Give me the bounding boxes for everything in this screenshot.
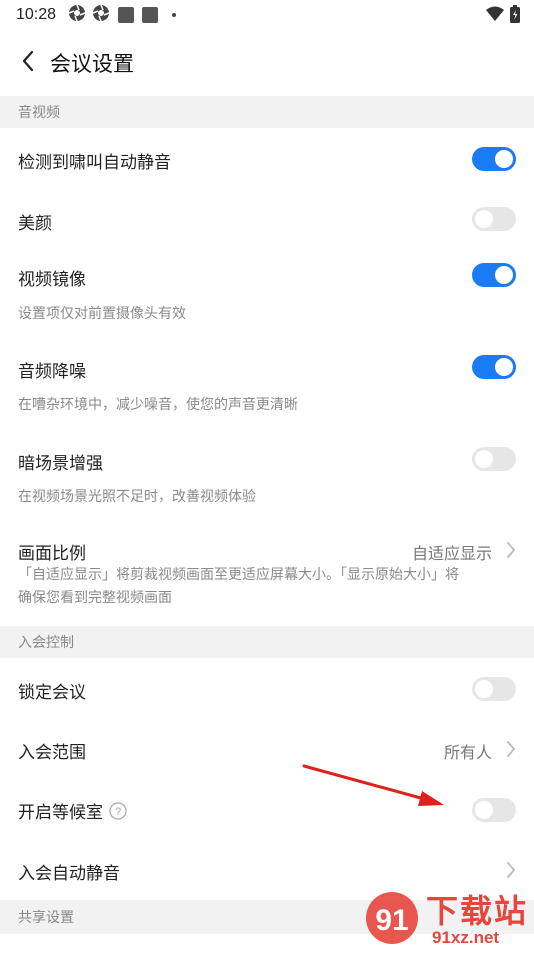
back-button[interactable]	[6, 41, 50, 85]
setting-video-mirror: 视频镜像 设置项仅对前置摄像头有效	[0, 248, 534, 336]
setting-label: 入会自动静音	[18, 864, 120, 884]
join-range-value: 所有人	[443, 743, 492, 762]
more-notifications-icon	[172, 13, 177, 17]
setting-join-range[interactable]: 入会范围 所有人	[0, 718, 534, 778]
notification-icon	[118, 7, 135, 23]
setting-waiting-room: 开启等候室?	[0, 778, 534, 840]
setting-label: 暗场景增强	[18, 454, 103, 474]
battery-icon	[510, 5, 520, 27]
app-header: 会议设置	[0, 30, 534, 96]
howl-auto-mute-toggle[interactable]	[472, 147, 516, 171]
section-label: 入会控制	[18, 635, 74, 651]
section-label: 音视频	[18, 105, 60, 121]
watermark-logo: 91 下载站 91xz.net	[362, 884, 534, 950]
watermark-title: 下载站	[426, 892, 529, 930]
notification-icon	[142, 7, 159, 23]
setting-lock-meeting: 锁定会议	[0, 658, 534, 718]
chevron-right-icon	[504, 541, 518, 559]
section-label: 共享设置	[18, 910, 74, 926]
setting-description: 设置项仅对前置摄像头有效	[18, 306, 186, 322]
beauty-toggle[interactable]	[472, 207, 516, 231]
section-header-join: 入会控制	[0, 626, 534, 658]
waiting-room-toggle[interactable]	[472, 798, 516, 822]
svg-text:91: 91	[375, 904, 408, 937]
waiting-room-label: 开启等候室	[18, 803, 103, 823]
setting-label: 视频镜像	[18, 270, 86, 290]
setting-noise-reduction: 音频降噪 在嘈杂环境中，减少噪音，使您的声音更清晰	[0, 336, 534, 428]
lock-meeting-toggle[interactable]	[472, 677, 516, 701]
setting-description: 「自适应显示」将剪裁视频画面至更适应屏幕大小。「显示原始大小」将	[18, 567, 459, 583]
status-bar: 10:28	[0, 0, 534, 30]
svg-text:?: ?	[115, 806, 121, 818]
setting-label: 画面比例	[18, 544, 86, 564]
page-title: 会议设置	[50, 52, 134, 76]
video-mirror-toggle[interactable]	[472, 263, 516, 287]
chevron-right-icon	[504, 740, 518, 758]
setting-label: 音频降噪	[18, 362, 86, 382]
wifi-icon	[486, 6, 504, 26]
setting-beauty: 美颜	[0, 190, 534, 248]
setting-description: 在视频场景光照不足时，改善视频体验	[18, 489, 256, 505]
setting-description: 确保您看到完整视频画面	[18, 590, 172, 606]
dark-scene-toggle[interactable]	[472, 447, 516, 471]
aperture-icon	[92, 4, 110, 26]
setting-aspect-ratio[interactable]: 画面比例 自适应显示 「自适应显示」将剪裁视频画面至更适应屏幕大小。「显示原始大…	[0, 520, 534, 626]
status-time: 10:28	[16, 6, 57, 23]
setting-label: 开启等候室?	[18, 798, 127, 825]
chevron-right-icon	[504, 861, 518, 879]
setting-label: 入会范围	[18, 743, 86, 763]
setting-label: 检测到啸叫自动静音	[18, 153, 171, 173]
setting-description: 在嘈杂环境中，减少噪音，使您的声音更清晰	[18, 397, 298, 413]
setting-label: 美颜	[18, 214, 52, 234]
annotation-arrow-icon	[302, 764, 444, 806]
setting-howl-auto-mute: 检测到啸叫自动静音	[0, 128, 534, 190]
aspect-ratio-value: 自适应显示	[411, 544, 492, 563]
aperture-icon	[68, 4, 86, 26]
setting-label: 锁定会议	[18, 683, 86, 703]
chevron-left-icon	[21, 50, 35, 76]
watermark-url: 91xz.net	[432, 928, 500, 947]
noise-reduction-toggle[interactable]	[472, 355, 516, 379]
setting-dark-scene: 暗场景增强 在视频场景光照不足时，改善视频体验	[0, 428, 534, 520]
section-header-av: 音视频	[0, 96, 534, 128]
help-icon[interactable]: ?	[109, 801, 127, 825]
